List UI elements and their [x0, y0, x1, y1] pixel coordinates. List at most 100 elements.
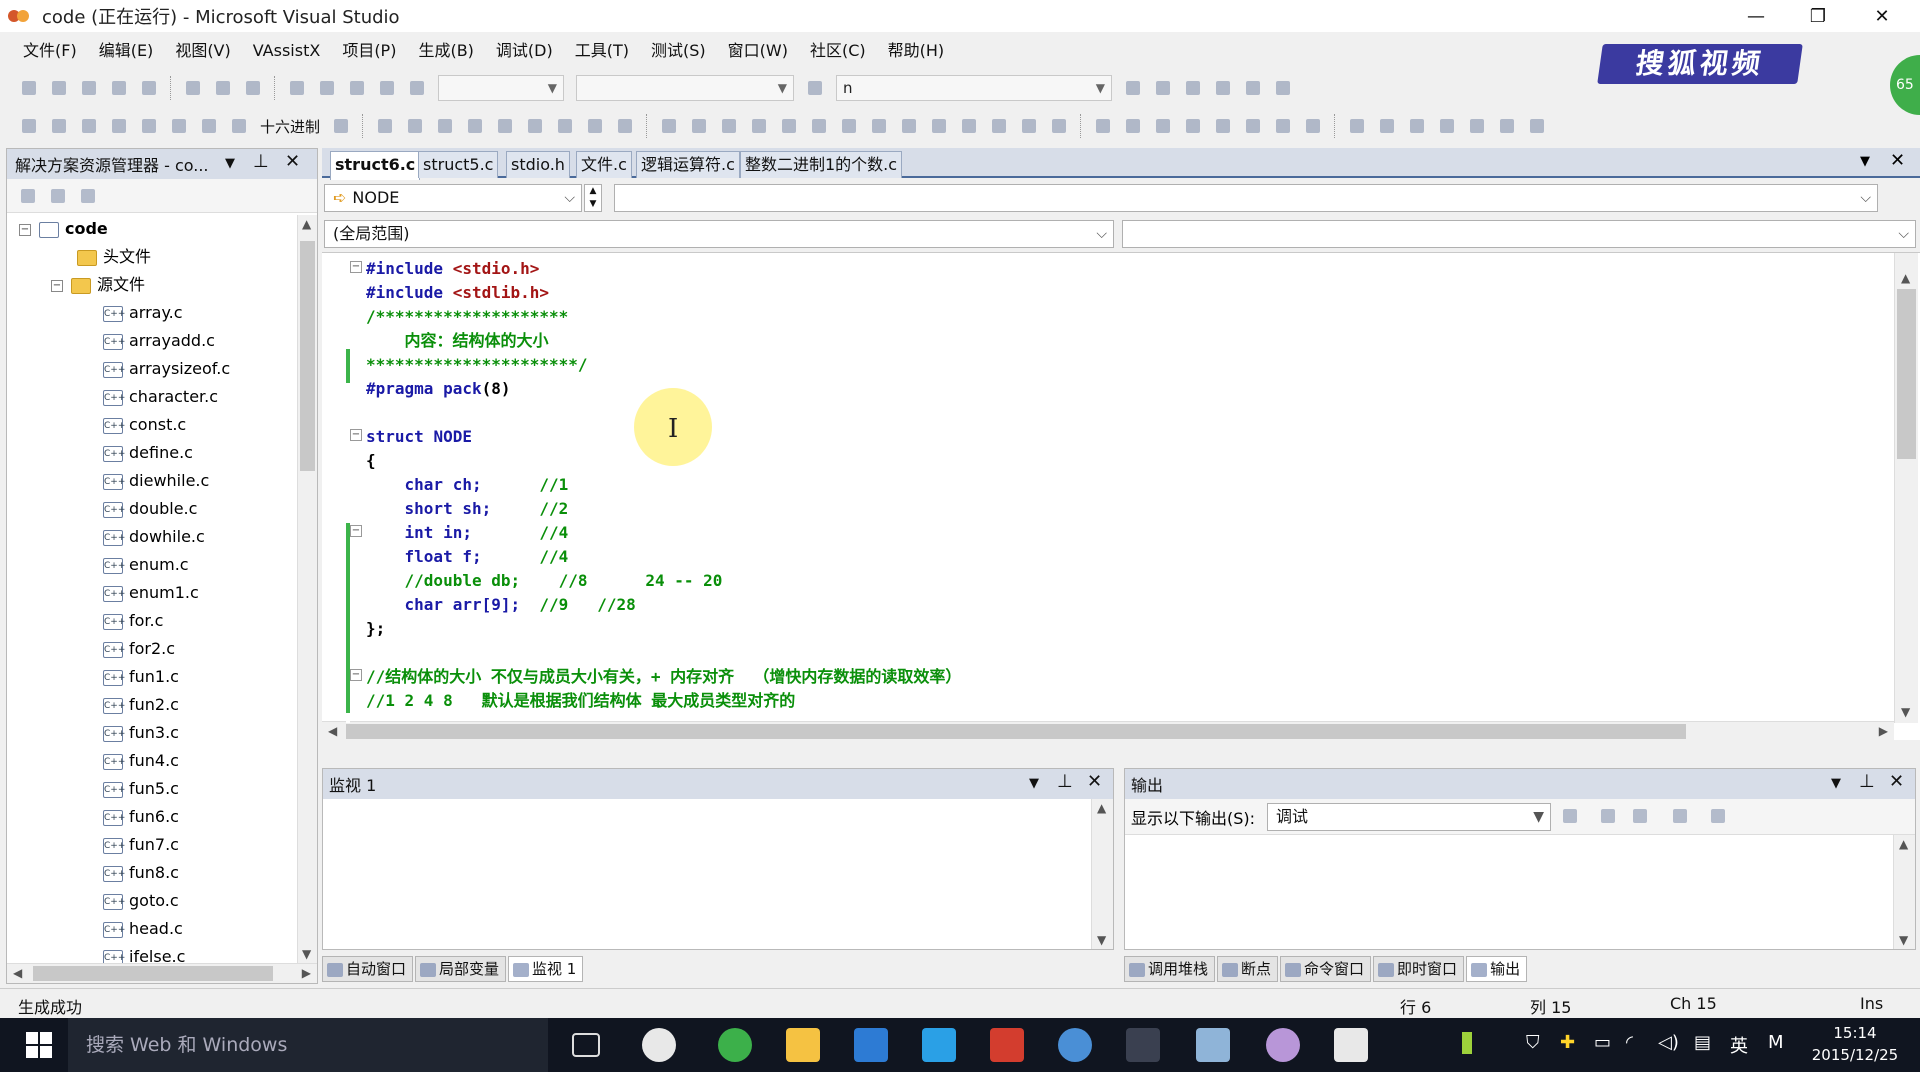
solution-explorer-icon[interactable] — [1151, 77, 1175, 99]
prev-message-icon[interactable] — [1596, 805, 1620, 827]
tree-file-item[interactable]: C++ enum.c — [7, 551, 297, 579]
resource-view-icon[interactable] — [1121, 115, 1145, 137]
va-spell-icon[interactable] — [583, 115, 607, 137]
tree-file-item[interactable]: C++ arrayadd.c — [7, 327, 297, 355]
close-button[interactable]: ✕ — [1852, 0, 1912, 32]
scroll-thumb[interactable] — [300, 241, 315, 471]
step-over-icon[interactable] — [197, 115, 221, 137]
tab-autos[interactable]: 自动窗口 — [322, 956, 414, 982]
step-out-icon[interactable] — [227, 115, 251, 137]
taskbar-clock[interactable]: 15:14 2015/12/25 — [1800, 1022, 1910, 1066]
function-combo[interactable]: ⌵ — [1122, 220, 1916, 248]
tab-stdio[interactable]: stdio.h — [506, 151, 570, 178]
tab-call-stack[interactable]: 调用堆栈 — [1124, 956, 1216, 982]
panel-dropdown-icon[interactable]: ▼ — [1029, 776, 1039, 791]
tree-file-item[interactable]: C++ enum1.c — [7, 579, 297, 607]
watch-scrollbar[interactable]: ▲ ▼ — [1091, 799, 1113, 949]
scroll-thumb[interactable] — [33, 966, 273, 981]
task-view-icon[interactable] — [572, 1033, 600, 1057]
align-bottom-icon[interactable] — [807, 115, 831, 137]
tree-file-item[interactable]: C++ for2.c — [7, 635, 297, 663]
space-horizontal-icon[interactable] — [927, 115, 951, 137]
make-same-width-icon[interactable] — [837, 115, 861, 137]
navigate-back-icon[interactable] — [345, 77, 369, 99]
store-icon[interactable] — [854, 1028, 888, 1062]
menu-edit[interactable]: 编辑(E) — [90, 37, 163, 65]
va-goto-icon[interactable] — [493, 115, 517, 137]
panel-close-icon[interactable]: ✕ — [1087, 771, 1102, 792]
menu-community[interactable]: 社区(C) — [801, 37, 875, 65]
app-icon-1[interactable] — [642, 1028, 676, 1062]
tree-file-item[interactable]: C++ character.c — [7, 383, 297, 411]
clear-bookmarks-icon[interactable] — [1435, 115, 1459, 137]
tab-file[interactable]: 文件.c — [576, 151, 632, 178]
properties-icon[interactable] — [16, 185, 40, 207]
scroll-left-arrow[interactable]: ◀ — [13, 966, 22, 980]
show-next-statement-icon[interactable] — [137, 115, 161, 137]
prev-bookmark-folder-icon[interactable] — [1465, 115, 1489, 137]
menu-build[interactable]: 生成(B) — [409, 37, 482, 65]
tree-file-item[interactable]: C++ dowhile.c — [7, 523, 297, 551]
pointer-icon[interactable] — [1151, 115, 1175, 137]
pin-icon[interactable]: ⊥ — [1859, 771, 1875, 792]
app-icon-4[interactable] — [1266, 1028, 1300, 1062]
toolbox-icon[interactable] — [1211, 77, 1235, 99]
collapse-icon[interactable]: − — [51, 279, 63, 292]
scroll-right-arrow[interactable]: ▶ — [302, 966, 311, 980]
redo-icon[interactable] — [315, 77, 339, 99]
panel-dropdown-icon[interactable]: ▼ — [1831, 776, 1841, 791]
find-message-icon[interactable] — [1558, 805, 1582, 827]
tab-immediate-window[interactable]: 即时窗口 — [1373, 956, 1465, 982]
battery-tray-icon[interactable] — [1462, 1032, 1472, 1054]
tree-folder-sources[interactable]: − 源文件 — [7, 271, 297, 299]
tree-file-item[interactable]: C++ for.c — [7, 607, 297, 635]
scroll-down-arrow[interactable]: ▼ — [1097, 933, 1106, 947]
tab-command-window[interactable]: 命令窗口 — [1280, 956, 1372, 982]
tree-file-item[interactable]: C++ ifelse.c — [7, 943, 297, 963]
visual-studio-task-icon[interactable] — [1126, 1028, 1160, 1062]
prev-bookmark-icon[interactable] — [1375, 115, 1399, 137]
taskbar-search-box[interactable]: 搜索 Web 和 Windows — [68, 1018, 548, 1072]
windows-start-icon[interactable] — [26, 1032, 52, 1058]
menu-tools[interactable]: 工具(T) — [566, 37, 638, 65]
pin-icon[interactable]: ⊥ — [1057, 771, 1073, 792]
menu-debug[interactable]: 调试(D) — [487, 37, 562, 65]
undo-icon[interactable] — [285, 77, 309, 99]
editor-vertical-scrollbar[interactable]: ▲ ▼ — [1894, 253, 1918, 723]
tree-file-item[interactable]: C++ const.c — [7, 411, 297, 439]
security-tray-icon[interactable]: ⛉ — [1526, 1032, 1540, 1053]
panel-close-icon[interactable]: ✕ — [285, 151, 300, 172]
volume-icon[interactable]: ◁) — [1658, 1032, 1679, 1053]
break-all-icon[interactable] — [47, 115, 71, 137]
va-back-icon[interactable] — [523, 115, 547, 137]
tree-file-item[interactable]: C++ goto.c — [7, 887, 297, 915]
bookmark-window-icon[interactable] — [1525, 115, 1549, 137]
tab-binary-count[interactable]: 整数二进制1的个数.c — [740, 151, 903, 178]
open-file-icon[interactable] — [77, 77, 101, 99]
find-combo[interactable]: n ▼ — [836, 75, 1112, 101]
menu-test[interactable]: 测试(S) — [642, 37, 715, 65]
qq-icon[interactable] — [922, 1028, 956, 1062]
breakpoints-icon[interactable] — [329, 115, 353, 137]
va-find-symbol-icon[interactable] — [433, 115, 457, 137]
pin-icon[interactable]: ⊥ — [253, 151, 269, 172]
tree-file-item[interactable]: C++ fun5.c — [7, 775, 297, 803]
tab-locals[interactable]: 局部变量 — [415, 956, 507, 982]
grid-icon[interactable] — [1047, 115, 1071, 137]
center-horizontal-icon[interactable] — [987, 115, 1011, 137]
fold-icon[interactable]: − — [350, 669, 362, 681]
align-middle-icon[interactable] — [777, 115, 801, 137]
tab-struct6[interactable]: struct6.c — [330, 151, 421, 180]
properties-icon[interactable] — [1181, 77, 1205, 99]
tab-output[interactable]: 输出 — [1466, 956, 1528, 982]
tab-logic-operators[interactable]: 逻辑运算符.c — [636, 151, 740, 178]
find-in-files-icon[interactable] — [803, 77, 827, 99]
tab-list-dropdown-icon[interactable]: ▼ — [1860, 154, 1870, 169]
uncomment-icon[interactable] — [1301, 115, 1325, 137]
next-message-icon[interactable] — [1628, 805, 1652, 827]
bookmark-icon[interactable] — [1345, 115, 1369, 137]
solution-platform-combo[interactable]: ▼ — [576, 75, 794, 101]
align-center-icon[interactable] — [687, 115, 711, 137]
tree-file-item[interactable]: C++ array.c — [7, 299, 297, 327]
solution-config-combo[interactable]: ▼ — [438, 75, 564, 101]
